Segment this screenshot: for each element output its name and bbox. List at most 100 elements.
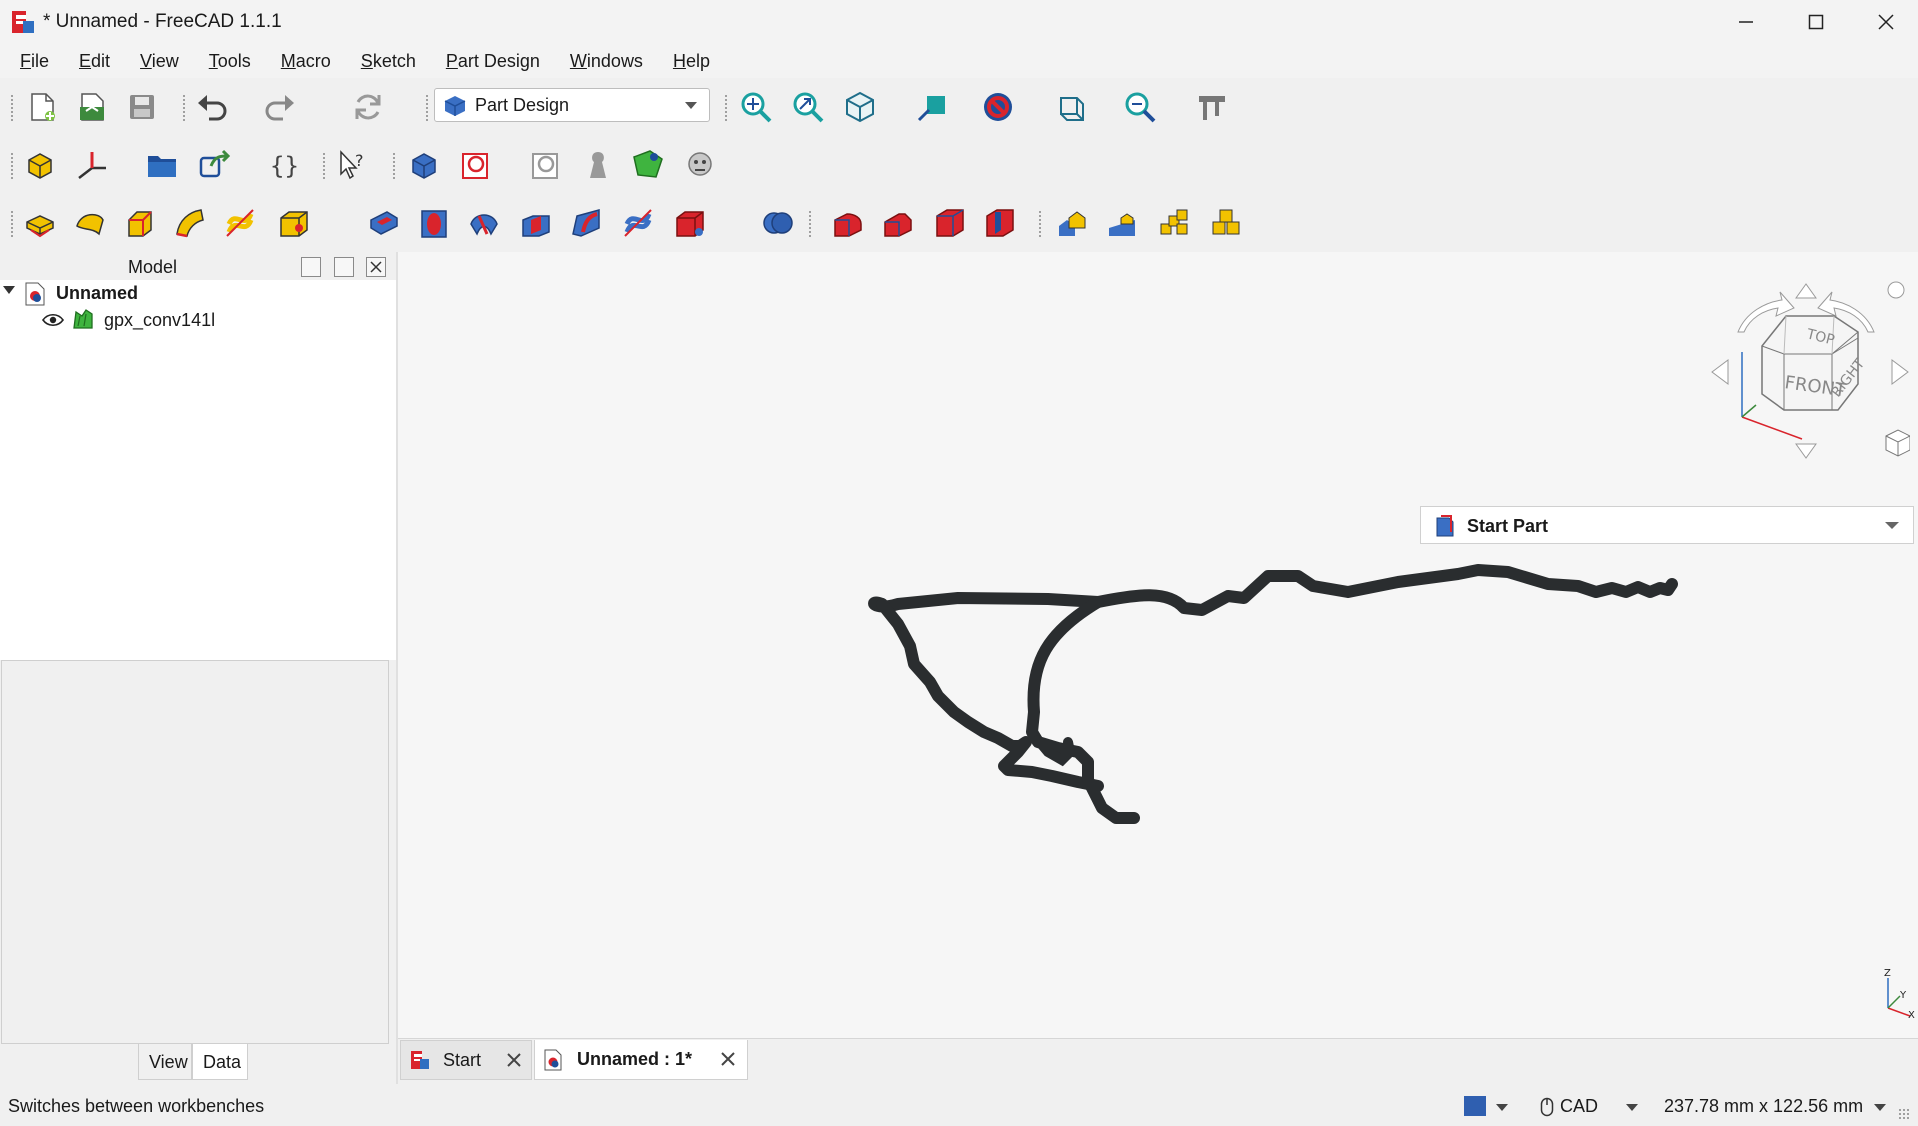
menu-file[interactable]: File (8, 44, 61, 78)
save-button[interactable] (124, 89, 160, 125)
refresh-button[interactable] (350, 89, 386, 125)
menu-windows[interactable]: Windows (558, 44, 655, 78)
menu-view[interactable]: View (128, 44, 191, 78)
fillet-button[interactable] (830, 205, 866, 241)
toolbar-grip[interactable] (10, 152, 14, 180)
subtractive-pipe-button[interactable] (568, 205, 604, 241)
boolean-button[interactable] (760, 205, 796, 241)
start-part-dropdown[interactable]: Start Part (1420, 506, 1914, 544)
polar-pattern-icon (1160, 209, 1188, 235)
create-body-button[interactable] (406, 147, 442, 183)
pad-button[interactable] (22, 205, 58, 241)
subtractive-helix-button[interactable] (620, 205, 656, 241)
polar-pattern-button[interactable] (1156, 205, 1192, 241)
panel-collapse-button[interactable] (301, 257, 321, 277)
navigation-cube[interactable]: TOP FRONT RIGHT (1710, 262, 1911, 462)
panel-float-button[interactable] (334, 257, 354, 277)
create-group-icon (148, 156, 176, 177)
property-editor (1, 660, 389, 1044)
navigation-style-label[interactable]: CAD (1560, 1096, 1598, 1117)
validate-sketch-button[interactable] (528, 147, 564, 183)
toolbar-grip[interactable] (182, 94, 186, 122)
3d-viewport[interactable]: TOP FRONT RIGHT Z Y X (398, 252, 1918, 1038)
zoom-button[interactable] (1122, 89, 1158, 125)
tree-item-gpx[interactable]: gpx_conv141l (104, 310, 215, 331)
revolution-button[interactable] (72, 205, 108, 241)
toolbar-grip[interactable] (724, 94, 728, 122)
color-swatch-icon[interactable] (1464, 1096, 1486, 1116)
tab-data[interactable]: Data (192, 1044, 248, 1080)
close-window-button[interactable] (1851, 0, 1918, 44)
draft-button[interactable] (932, 205, 968, 241)
gpx-track-shape[interactable] (398, 252, 1918, 1038)
eye-icon[interactable] (42, 312, 64, 333)
fit-all-button[interactable] (738, 89, 774, 125)
shape-binder-button[interactable] (580, 147, 616, 183)
link-button[interactable] (196, 147, 232, 183)
datum-line-button[interactable] (74, 147, 110, 183)
toolbar-grip[interactable] (1038, 210, 1042, 238)
open-document-button[interactable] (74, 89, 110, 125)
whats-this-button[interactable]: ? (334, 147, 370, 183)
chevron-down-icon[interactable] (1626, 1104, 1638, 1111)
chamfer-button[interactable] (880, 205, 916, 241)
subtractive-primitive-button[interactable] (672, 205, 708, 241)
variable-set-button[interactable]: {} (266, 147, 302, 183)
additive-primitive-button[interactable] (276, 205, 312, 241)
chevron-down-icon[interactable] (1874, 1104, 1886, 1111)
subshape-binder-button[interactable] (630, 147, 666, 183)
additive-pipe-button[interactable] (172, 205, 208, 241)
additive-helix-button[interactable] (222, 205, 258, 241)
toolbar-grip[interactable] (10, 210, 14, 238)
menu-tools[interactable]: Tools (197, 44, 263, 78)
undo-button[interactable] (194, 89, 230, 125)
measure-button[interactable] (914, 89, 950, 125)
tree-expand-toggle[interactable] (3, 286, 15, 294)
create-group-button[interactable] (144, 147, 180, 183)
linear-pattern-button[interactable] (1104, 205, 1140, 241)
pocket-button[interactable] (366, 205, 402, 241)
toolbar-grip[interactable] (322, 152, 326, 180)
standard-views-button[interactable] (842, 89, 878, 125)
toolbar-grip[interactable] (392, 152, 396, 180)
menu-part-design[interactable]: Part Design (434, 44, 552, 78)
toolbar-grip[interactable] (808, 210, 812, 238)
tree-item-document[interactable]: Unnamed (56, 283, 138, 304)
subtractive-loft-icon (522, 215, 550, 237)
multi-transform-button[interactable] (1208, 205, 1244, 241)
new-document-button[interactable] (24, 89, 60, 125)
toolbar-grip[interactable] (10, 94, 14, 122)
hole-button[interactable] (416, 205, 452, 241)
mirrored-button[interactable] (1054, 205, 1090, 241)
panel-close-button[interactable] (366, 257, 386, 277)
draw-style-button[interactable] (980, 89, 1016, 125)
groove-button[interactable] (466, 205, 502, 241)
measure-caliper-button[interactable] (1194, 89, 1230, 125)
chevron-down-icon[interactable] (1496, 1104, 1508, 1111)
menu-sketch[interactable]: Sketch (349, 44, 428, 78)
resize-grip[interactable] (1898, 1108, 1910, 1120)
create-part-button[interactable] (22, 147, 58, 183)
close-tab-icon[interactable] (505, 1051, 523, 1074)
create-sketch-button[interactable] (458, 147, 494, 183)
subtractive-loft-button[interactable] (518, 205, 554, 241)
menu-macro[interactable]: Macro (269, 44, 343, 78)
maximize-button[interactable] (1781, 0, 1851, 44)
clone-button[interactable] (682, 147, 718, 183)
tab-view[interactable]: View (138, 1044, 192, 1080)
redo-button[interactable] (262, 89, 298, 125)
tab-start[interactable]: Start (400, 1040, 532, 1080)
minimize-button[interactable] (1711, 0, 1781, 44)
workbench-selector[interactable]: Part Design (434, 88, 710, 122)
close-tab-icon[interactable] (719, 1050, 737, 1073)
document-icon (543, 1049, 563, 1071)
bounding-box-button[interactable] (1052, 89, 1088, 125)
toolbar-grip[interactable] (425, 94, 429, 122)
tab-unnamed[interactable]: Unnamed : 1* (534, 1040, 748, 1080)
variable-set-icon: {} (270, 152, 299, 180)
thickness-button[interactable] (982, 205, 1018, 241)
menu-help[interactable]: Help (661, 44, 722, 78)
fit-selection-button[interactable] (790, 89, 826, 125)
additive-loft-button[interactable] (122, 205, 158, 241)
menu-edit[interactable]: Edit (67, 44, 122, 78)
